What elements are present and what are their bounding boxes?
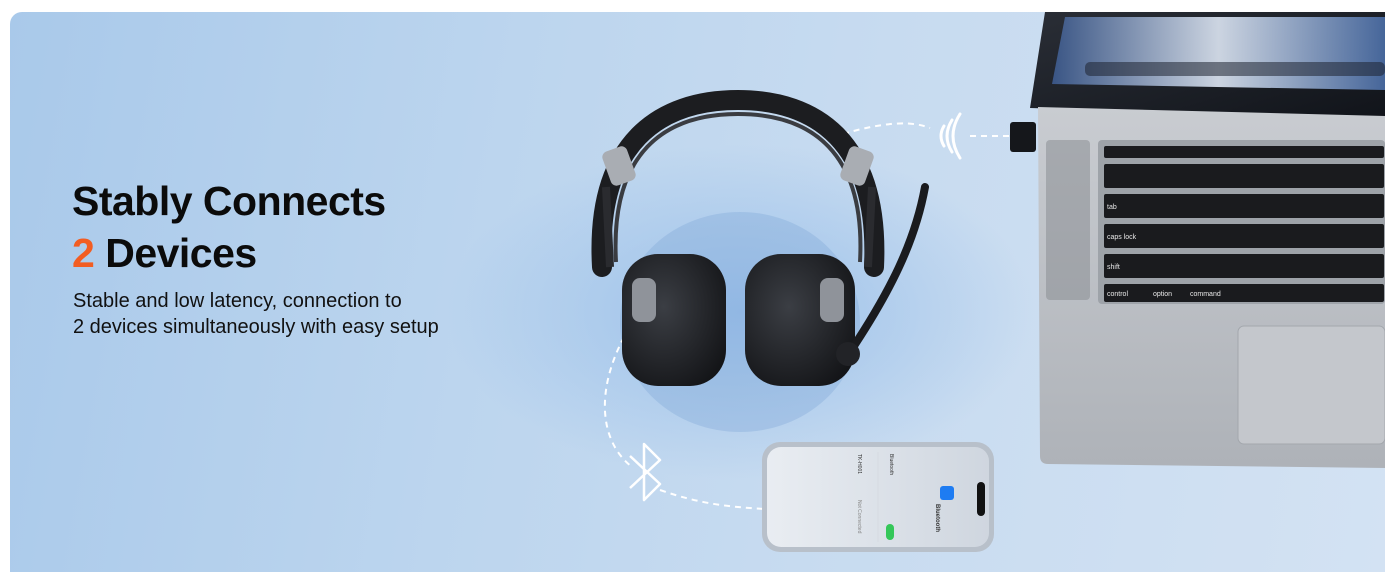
phone-screen-title: Bluetooth: [934, 504, 940, 532]
microphone-boom: [846, 183, 929, 356]
right-fork: [864, 186, 876, 268]
left-fork: [602, 186, 614, 268]
phone-dynamic-island: [977, 482, 985, 516]
laptop: tab caps lock shift control option comma…: [1010, 12, 1385, 468]
phone-device-name: TK-H001: [856, 454, 862, 474]
product-scene: tab caps lock shift control option comma…: [591, 12, 1385, 552]
laptop-speaker-grille: [1046, 140, 1090, 300]
wireless-signal-icon: [939, 112, 962, 160]
product-banner: Stably Connects 2 Devices Stable and low…: [10, 12, 1385, 572]
bluetooth-icon: [629, 442, 662, 502]
key-option-label: option: [1153, 291, 1172, 298]
right-cup-accent: [820, 278, 844, 322]
laptop-dock: [1085, 62, 1385, 76]
key-tab-label: tab: [1107, 204, 1117, 211]
connection-line-laptop: [842, 122, 931, 135]
smartphone: Bluetooth Bluetooth TK-H001 Not Connecte…: [762, 442, 994, 552]
headset: [591, 89, 929, 432]
key-caps-label: caps lock: [1107, 234, 1137, 241]
key-command-label: command: [1190, 291, 1221, 298]
left-cup-accent: [632, 278, 656, 322]
laptop-screen: [1052, 17, 1385, 90]
phone-bluetooth-app-icon: [940, 486, 954, 500]
phone-setting-label: Bluetooth: [888, 454, 894, 475]
key-control-label: control: [1107, 291, 1128, 298]
phone-device-status: Not Connected: [856, 500, 862, 534]
microphone-pivot: [836, 342, 860, 366]
laptop-trackpad: [1237, 325, 1385, 445]
key-shift-label: shift: [1107, 264, 1120, 271]
usb-dongle: [1010, 122, 1036, 152]
phone-bluetooth-toggle: [886, 524, 894, 540]
connection-line-phone: [659, 489, 766, 510]
